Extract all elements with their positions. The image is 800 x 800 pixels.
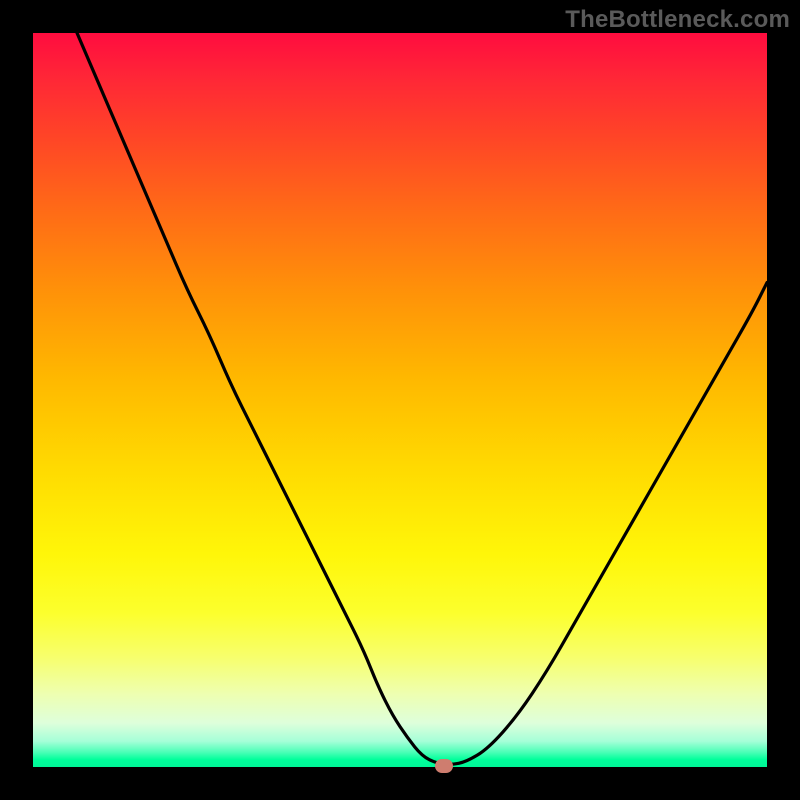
plot-area [33,33,767,767]
watermark-text: TheBottleneck.com [565,6,790,34]
optimal-point-marker [435,759,453,773]
bottleneck-curve [33,33,767,767]
chart-frame: TheBottleneck.com [0,0,800,800]
